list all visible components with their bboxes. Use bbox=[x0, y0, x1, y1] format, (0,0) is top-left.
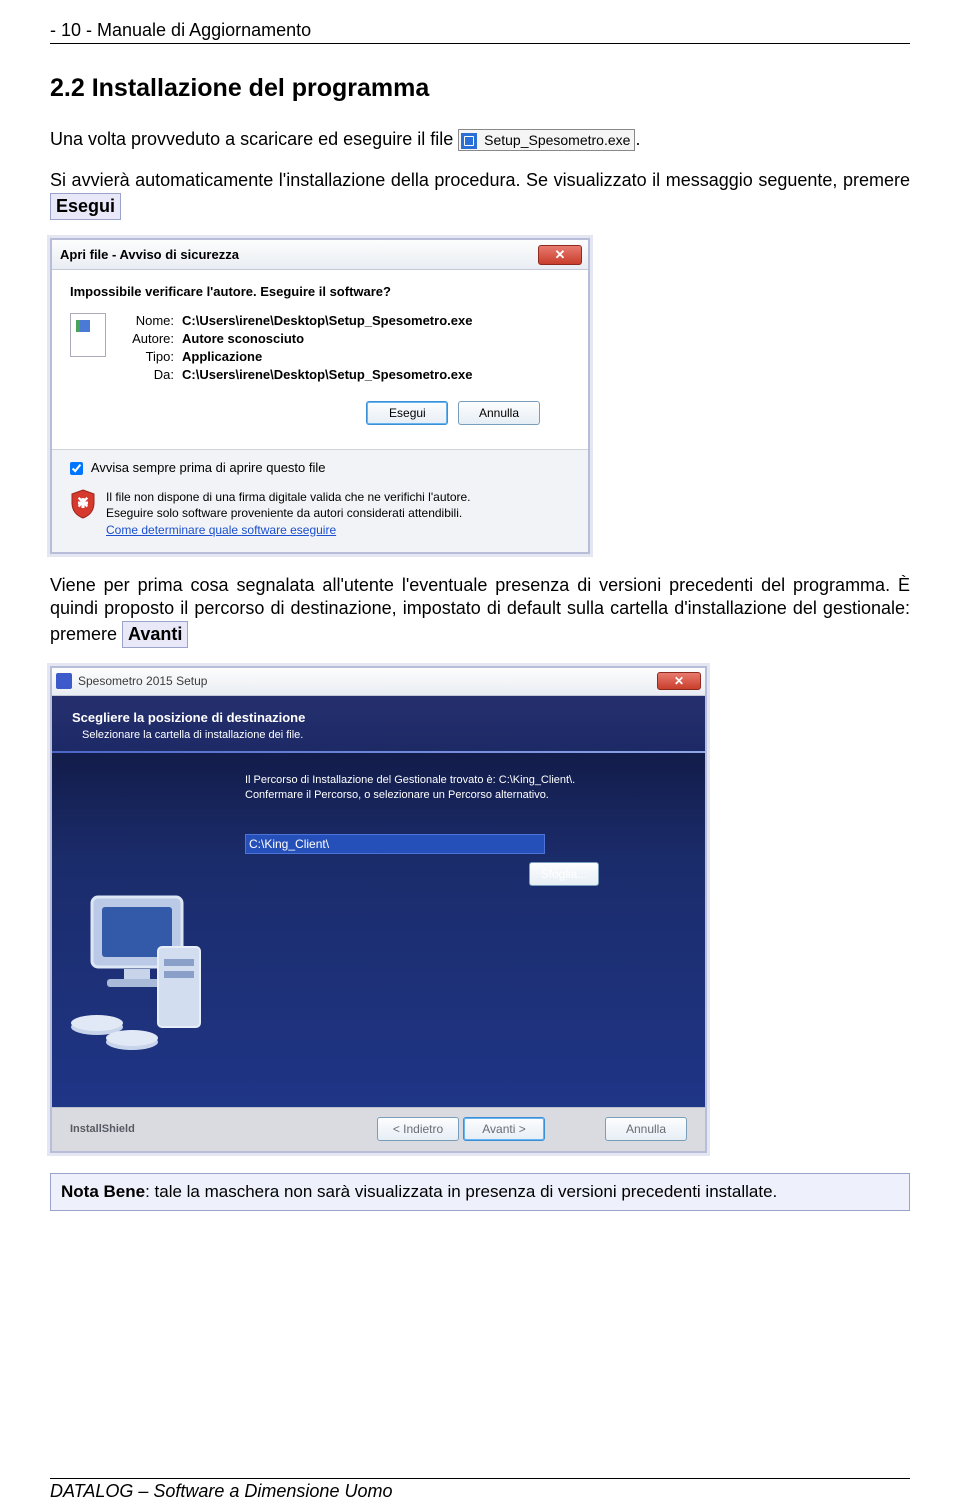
avanti-label: Avanti bbox=[122, 621, 188, 648]
installer-bottombar: InstallShield < Indietro Avanti > Annull… bbox=[52, 1107, 705, 1151]
run-button[interactable]: Esegui bbox=[366, 401, 448, 425]
shield-icon: ✕ bbox=[70, 489, 96, 519]
installer-close-button[interactable]: ✕ bbox=[657, 672, 701, 690]
name-label: Nome: bbox=[118, 313, 174, 328]
back-button[interactable]: < Indietro bbox=[377, 1117, 459, 1141]
close-button[interactable]: ✕ bbox=[538, 245, 582, 265]
intro-post: . bbox=[635, 129, 640, 149]
author-value: Autore sconosciuto bbox=[182, 331, 304, 346]
svg-text:✕: ✕ bbox=[76, 495, 89, 512]
paragraph-next: Viene per prima cosa segnalata all'utent… bbox=[50, 574, 910, 648]
intro-pre: Una volta provveduto a scaricare ed eseg… bbox=[50, 129, 458, 149]
installer-app-icon bbox=[56, 673, 72, 689]
setup-file-label: Setup_Spesometro.exe bbox=[484, 132, 630, 148]
installer-icon bbox=[461, 133, 477, 149]
esegui-label: Esegui bbox=[50, 193, 121, 220]
checkbox-label: Avvisa sempre prima di aprire questo fil… bbox=[91, 460, 326, 475]
installer-titlebar: Spesometro 2015 Setup ✕ bbox=[52, 668, 705, 696]
computer-illustration bbox=[62, 887, 212, 1057]
warn-line1: Il file non dispone di una firma digital… bbox=[106, 490, 471, 504]
always-warn-checkbox[interactable]: Avvisa sempre prima di aprire questo fil… bbox=[70, 460, 570, 475]
dialog-title: Apri file - Avviso di sicurezza bbox=[58, 247, 538, 262]
note-box: Nota Bene: tale la maschera non sarà vis… bbox=[50, 1173, 910, 1211]
installer-subheading: Selezionare la cartella di installazione… bbox=[72, 729, 685, 741]
run-pre: Si avvierà automaticamente l'installazio… bbox=[50, 170, 910, 190]
note-text: : tale la maschera non sarà visualizzata… bbox=[145, 1182, 777, 1201]
installer-heading: Scegliere la posizione di destinazione bbox=[72, 710, 685, 725]
installer-sidebar bbox=[52, 753, 217, 1107]
installer-msg-line2: Confermare il Percorso, o selezionare un… bbox=[245, 789, 549, 801]
from-label: Da: bbox=[118, 367, 174, 382]
page-header: - 10 - Manuale di Aggiornamento bbox=[50, 20, 910, 44]
install-path-input[interactable]: C:\King_Client\ bbox=[245, 834, 545, 854]
installer-cancel-button[interactable]: Annulla bbox=[605, 1117, 687, 1141]
installer-title: Spesometro 2015 Setup bbox=[78, 674, 657, 688]
installer-message: Il Percorso di Installazione del Gestion… bbox=[245, 773, 677, 804]
section-title: 2.2 Installazione del programma bbox=[50, 74, 910, 103]
browse-button[interactable]: Sfoglia... bbox=[529, 862, 599, 886]
warn-line2: Eseguire solo software proveniente da au… bbox=[106, 506, 462, 520]
cancel-button[interactable]: Annulla bbox=[458, 401, 540, 425]
security-warning-dialog: Apri file - Avviso di sicurezza ✕ Imposs… bbox=[50, 238, 590, 554]
checkbox-input[interactable] bbox=[70, 462, 83, 475]
installer-dialog: Spesometro 2015 Setup ✕ Scegliere la pos… bbox=[50, 666, 707, 1153]
page-footer: DATALOG – Software a Dimensione Uomo bbox=[50, 1478, 910, 1502]
type-value: Applicazione bbox=[182, 349, 262, 364]
paragraph-intro: Una volta provveduto a scaricare ed eseg… bbox=[50, 128, 910, 151]
shield-warning-text: Il file non dispone di una firma digital… bbox=[106, 489, 471, 538]
installer-msg-line1: Il Percorso di Installazione del Gestion… bbox=[245, 774, 575, 786]
setup-file-chip: Setup_Spesometro.exe bbox=[458, 129, 635, 151]
dialog-titlebar: Apri file - Avviso di sicurezza ✕ bbox=[52, 240, 588, 270]
paragraph-run: Si avvierà automaticamente l'installazio… bbox=[50, 169, 910, 220]
name-value: C:\Users\irene\Desktop\Setup_Spesometro.… bbox=[182, 313, 472, 328]
from-value: C:\Users\irene\Desktop\Setup_Spesometro.… bbox=[182, 367, 472, 382]
file-info-table: Nome: C:\Users\irene\Desktop\Setup_Spesom… bbox=[118, 313, 570, 385]
file-icon bbox=[70, 313, 106, 357]
next-button[interactable]: Avanti > bbox=[463, 1117, 545, 1141]
type-label: Tipo: bbox=[118, 349, 174, 364]
installer-header: Scegliere la posizione di destinazione S… bbox=[52, 696, 705, 751]
author-label: Autore: bbox=[118, 331, 174, 346]
note-label: Nota Bene bbox=[61, 1182, 145, 1201]
help-link[interactable]: Come determinare quale software eseguire bbox=[106, 523, 336, 537]
security-question: Impossibile verificare l'autore. Eseguir… bbox=[70, 284, 570, 299]
installshield-brand: InstallShield bbox=[70, 1123, 371, 1135]
